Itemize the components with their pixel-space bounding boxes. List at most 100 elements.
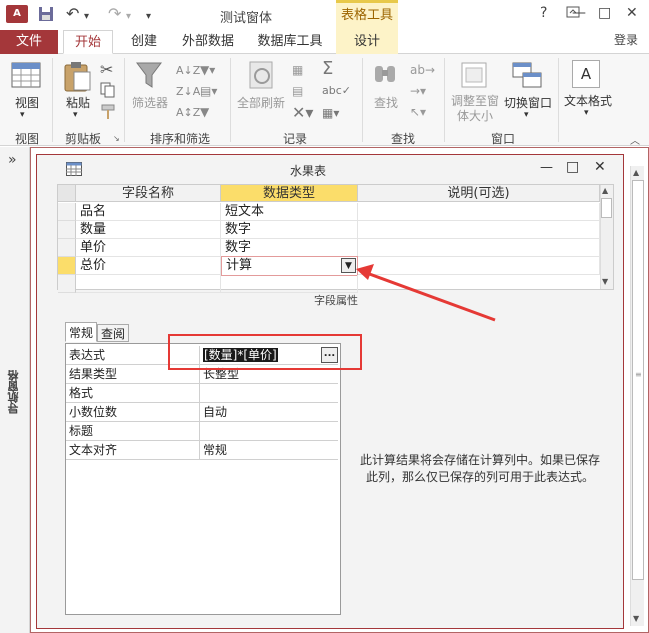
clipboard-dialog-launcher-icon[interactable]: ↘ (113, 134, 120, 143)
tab-design[interactable]: 设计 (336, 30, 398, 54)
access-app-icon[interactable]: A (6, 5, 28, 23)
sort-descending-icon[interactable]: Z↓A (176, 81, 200, 102)
paste-icon[interactable] (62, 60, 92, 95)
text-formatting-dropdown-icon[interactable]: ▾ (584, 108, 589, 118)
field-name-cell[interactable]: 数量 (76, 221, 221, 239)
row-selector[interactable] (58, 203, 76, 221)
scroll-down-icon[interactable]: ▼ (602, 277, 608, 286)
refresh-all-icon[interactable] (248, 60, 276, 93)
view-button-label[interactable]: 视图 (10, 94, 44, 111)
text-formatting-icon[interactable]: A (572, 60, 600, 88)
switch-windows-dropdown-icon[interactable]: ▾ (524, 110, 529, 120)
property-value[interactable] (200, 422, 338, 441)
field-name-cell[interactable]: 总价 (76, 257, 221, 275)
redo-dropdown-icon[interactable]: ▾ (126, 9, 131, 25)
tab-create[interactable]: 创建 (124, 30, 164, 54)
data-type-cell[interactable]: 数字 (221, 221, 358, 239)
save-icon[interactable] (38, 6, 54, 26)
sort-buttons[interactable]: A↓Z Z↓A A↕Z (176, 60, 200, 123)
restore-button[interactable]: □ (598, 5, 611, 21)
find-more-buttons[interactable]: ab→ →▾ ↖▾ (410, 60, 435, 123)
doc-close-button[interactable]: ✕ (594, 159, 606, 175)
more-records-icon[interactable]: ▦▾ (322, 102, 351, 124)
sign-in-link[interactable]: 登录 (614, 31, 638, 48)
cut-icon[interactable]: ✂ (100, 60, 113, 79)
help-button[interactable]: ? (540, 5, 547, 21)
scroll-up-icon[interactable]: ▲ (602, 186, 608, 195)
row-selector[interactable] (58, 239, 76, 257)
view-icon[interactable] (11, 60, 41, 93)
field-name-cell[interactable] (76, 275, 221, 293)
select-all-corner[interactable] (58, 185, 76, 202)
undo-icon[interactable]: ↶ (66, 6, 79, 22)
new-record-icon[interactable]: ▦ (292, 60, 313, 81)
tab-external-data[interactable]: 外部数据 (176, 30, 240, 54)
row-selector[interactable] (58, 221, 76, 239)
filter-button-label[interactable]: 筛选器 (130, 94, 170, 111)
workspace-scroll-down-icon[interactable]: ▼ (633, 614, 639, 623)
tab-lookup[interactable]: 查阅 (97, 324, 130, 342)
filter-option-buttons[interactable]: ▼▾ ▤▾ ▼ (200, 60, 217, 123)
navigation-pane-label[interactable]: 导航窗格 (6, 370, 24, 414)
column-header-description[interactable]: 说明(可选) (358, 185, 600, 202)
tab-home[interactable]: 开始 (63, 30, 113, 54)
find-icon[interactable] (372, 60, 400, 93)
find-button-label[interactable]: 查找 (370, 94, 402, 111)
column-header-field-name[interactable]: 字段名称 (76, 185, 221, 202)
records-buttons[interactable]: ▦ ▤ ✕▾ (292, 60, 313, 123)
paste-button-label[interactable]: 粘贴 (62, 94, 94, 111)
switch-windows-label[interactable]: 切换窗口 (502, 94, 554, 111)
paste-dropdown-icon[interactable]: ▾ (73, 110, 78, 120)
close-button[interactable]: ✕ (626, 5, 638, 21)
grid-scroll-thumb[interactable] (601, 198, 612, 218)
format-painter-icon[interactable] (100, 104, 116, 123)
row-selector-current[interactable] (58, 257, 76, 275)
workspace-scroll-thumb[interactable] (632, 180, 644, 580)
filter-icon[interactable] (135, 60, 163, 93)
advanced-filter-icon[interactable]: ▤▾ (200, 81, 217, 102)
save-record-icon[interactable]: ▤ (292, 81, 313, 102)
doc-minimize-button[interactable]: — (540, 160, 553, 175)
collapse-ribbon-icon[interactable]: ︿ (630, 132, 640, 147)
replace-icon[interactable]: ab→ (410, 60, 435, 81)
data-type-select[interactable]: 计算 (221, 256, 358, 276)
data-type-cell[interactable] (221, 275, 358, 293)
description-cell[interactable] (358, 239, 600, 257)
remove-sort-icon[interactable]: A↕Z (176, 102, 200, 123)
property-value[interactable]: 自动 (200, 403, 338, 422)
totals-icon[interactable]: Σ (322, 58, 351, 80)
selection-filter-icon[interactable]: ▼▾ (200, 60, 217, 81)
workspace-scroll-up-icon[interactable]: ▲ (633, 168, 639, 177)
select-icon[interactable]: ↖▾ (410, 102, 435, 123)
text-formatting-label[interactable]: 文本格式 (561, 92, 615, 109)
description-cell[interactable] (358, 221, 600, 239)
field-name-cell[interactable]: 单价 (76, 239, 221, 257)
doc-maximize-button[interactable]: □ (566, 159, 579, 175)
property-value[interactable]: 常规 (200, 441, 338, 460)
expand-nav-icon[interactable]: » (8, 152, 17, 168)
undo-dropdown-icon[interactable]: ▾ (84, 9, 89, 25)
copy-icon[interactable] (100, 82, 116, 101)
delete-record-icon[interactable]: ✕▾ (292, 102, 313, 123)
view-dropdown-icon[interactable]: ▾ (20, 110, 25, 120)
tab-file[interactable]: 文件 (0, 30, 58, 54)
data-type-cell[interactable]: 短文本 (221, 203, 358, 221)
sort-ascending-icon[interactable]: A↓Z (176, 60, 200, 81)
row-selector[interactable] (58, 275, 76, 293)
data-type-cell[interactable]: 数字 (221, 239, 358, 257)
redo-icon[interactable]: ↷ (108, 6, 121, 22)
field-name-cell[interactable]: 品名 (76, 203, 221, 221)
size-to-fit-form-label[interactable]: 调整至窗体大小 (450, 94, 500, 124)
column-header-data-type[interactable]: 数据类型 (221, 185, 358, 202)
description-cell[interactable] (358, 203, 600, 221)
property-value[interactable] (200, 384, 338, 403)
toggle-filter-icon[interactable]: ▼ (200, 102, 217, 123)
size-to-fit-form-icon[interactable] (460, 60, 488, 93)
go-to-icon[interactable]: →▾ (410, 81, 435, 102)
tab-database-tools[interactable]: 数据库工具 (252, 30, 328, 54)
refresh-all-label[interactable]: 全部刷新 (236, 94, 286, 111)
tab-general[interactable]: 常规 (65, 322, 98, 342)
spelling-icon[interactable]: abc✓ (322, 80, 351, 102)
customize-qat-icon[interactable]: ▾ (146, 9, 151, 25)
records-more-buttons[interactable]: Σ abc✓ ▦▾ (322, 58, 351, 124)
